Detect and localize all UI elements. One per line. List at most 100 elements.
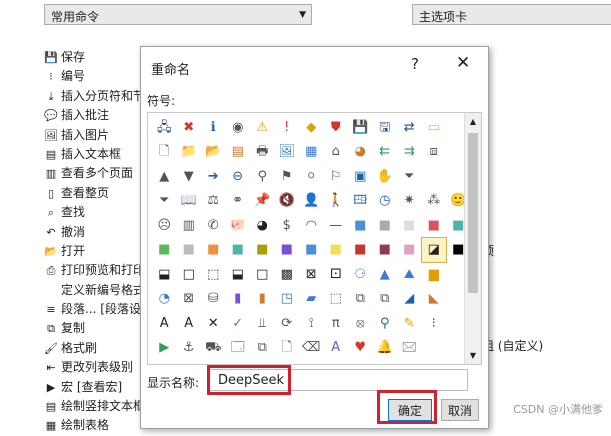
symbol-cell[interactable]: ◆ [299, 115, 324, 140]
symbol-cell[interactable]: ▤ [226, 140, 251, 165]
command-item[interactable]: ⌕ 查找 [44, 203, 144, 222]
symbol-cell[interactable]: A [324, 336, 349, 361]
command-item[interactable]: ≡ 段落... [段落设置] [44, 300, 157, 319]
symbol-cell[interactable]: ⟳ [275, 311, 300, 336]
command-source-dropdown[interactable]: 常用命令 ▼ [44, 4, 312, 25]
symbol-cell[interactable]: 🚶 [324, 189, 349, 214]
symbol-cell[interactable]: ⧉ [348, 287, 373, 312]
symbol-cell[interactable]: ⬓ [226, 262, 251, 287]
symbol-cell[interactable]: ▶ [152, 336, 177, 361]
symbol-cell[interactable]: ▲ [373, 262, 398, 287]
command-item[interactable]: 💬 插入批注 [44, 106, 144, 125]
command-item[interactable]: 定义新编号格式 [44, 281, 145, 300]
command-item[interactable]: ⎙ 打印预览和打印 [44, 261, 145, 280]
symbol-cell[interactable]: ⟟ [299, 311, 324, 336]
command-item[interactable]: 💾 保存 [44, 48, 144, 67]
symbol-cell[interactable]: ⚖ [201, 189, 226, 214]
symbol-cell[interactable]: ⁂ [422, 189, 447, 214]
symbol-cell[interactable]: ⚐ [324, 164, 349, 189]
ribbon-scope-dropdown[interactable]: 主选项卡 [412, 4, 611, 25]
symbol-cell[interactable]: ⛰ [397, 262, 422, 287]
command-item[interactable]: ▶ 宏 [查看宏] [44, 378, 144, 397]
cancel-button[interactable]: 取消 [441, 399, 479, 421]
symbol-cell[interactable]: ◕ [348, 140, 373, 165]
scroll-down-arrow-icon[interactable]: ▼ [465, 347, 481, 364]
symbol-cell[interactable]: ▮ [250, 287, 275, 312]
symbol-cell[interactable]: 🔇 [275, 189, 300, 214]
symbol-cell[interactable]: ☹ [152, 213, 177, 238]
symbol-cell[interactable]: ⧈ [422, 140, 447, 165]
symbol-cell[interactable]: ▦ [299, 140, 324, 165]
symbol-cell[interactable]: A [152, 311, 177, 336]
symbol-cell[interactable]: 🖶 [250, 140, 275, 165]
symbol-cell[interactable]: ■ [201, 238, 226, 263]
symbol-cell[interactable]: ◕ [250, 213, 275, 238]
symbol-cell[interactable]: 📂 [201, 140, 226, 165]
symbol-cell[interactable]: ▆ [422, 262, 447, 287]
symbol-cell[interactable]: 🖧 [152, 115, 177, 140]
symbol-cell[interactable]: ▥ [177, 213, 202, 238]
symbol-cell[interactable]: ⚠ [250, 115, 275, 140]
command-item[interactable]: ▥ 查看多个页面 [44, 164, 144, 183]
symbol-cell[interactable]: ▼ [177, 164, 202, 189]
symbol-cell[interactable]: ✓ [226, 311, 251, 336]
symbol-cell[interactable]: ■ [250, 238, 275, 263]
symbol-cell[interactable]: ♥ [348, 336, 373, 361]
symbol-cell[interactable]: ⊠ [177, 287, 202, 312]
symbol-cell[interactable]: 🖼 [275, 140, 300, 165]
symbol-cell[interactable]: ⊖ [226, 164, 251, 189]
symbol-cell[interactable]: ✷ [397, 189, 422, 214]
symbol-cell[interactable]: ■ [324, 238, 349, 263]
symbol-cell[interactable]: ⚀ [324, 262, 349, 287]
symbol-cell[interactable]: ⚆ [348, 262, 373, 287]
symbol-cell[interactable]: □ [177, 262, 202, 287]
close-icon[interactable]: ✕ [456, 53, 470, 73]
symbol-cell[interactable]: 🖽 [348, 189, 373, 214]
symbol-cell[interactable]: ■ [226, 238, 251, 263]
symbol-cell[interactable]: ⧉ [250, 336, 275, 361]
symbol-cell[interactable]: 📁 [177, 140, 202, 165]
command-item[interactable]: ▯ 查看整页 [44, 184, 144, 203]
symbol-cell[interactable]: ■ [422, 213, 447, 238]
symbol-cell[interactable]: ⊠ [299, 262, 324, 287]
command-item[interactable]: ⤓ 插入分页符和节 [44, 87, 145, 106]
symbol-cell[interactable]: 🐖 [226, 213, 251, 238]
symbol-cell[interactable]: ◢ [397, 287, 422, 312]
symbol-cell[interactable]: 🖂 [397, 336, 422, 361]
symbol-cell[interactable]: ⚓ [177, 336, 202, 361]
symbol-cell[interactable]: ■ [397, 238, 422, 263]
scrollbar-thumb[interactable] [468, 133, 478, 293]
symbol-cell[interactable]: ▣ [348, 164, 373, 189]
symbol-cell[interactable]: ▩ [275, 262, 300, 287]
symbol-cell[interactable]: 🖫 [373, 115, 398, 140]
symbol-cell[interactable]: ■ [299, 238, 324, 263]
symbol-cell[interactable]: ✆ [201, 213, 226, 238]
symbol-cell[interactable]: ⌂ [324, 140, 349, 165]
symbol-cell[interactable]: ⛟ [201, 336, 226, 361]
symbol-cell[interactable] [422, 164, 447, 189]
command-item[interactable]: 🖌 格式刷 [44, 339, 144, 358]
symbol-cell[interactable]: ■ [275, 238, 300, 263]
symbol-cell[interactable]: ◉ [226, 115, 251, 140]
symbol-cell[interactable]: ✋ [373, 164, 398, 189]
symbol-cell[interactable]: ⏷ [152, 189, 177, 214]
symbol-cell[interactable]: ⌫ [299, 336, 324, 361]
ribbon-tree-item-custom-group[interactable]: 组 (自定义) [482, 337, 543, 354]
symbol-cell[interactable]: 🗋 [152, 140, 177, 165]
symbol-cell[interactable]: ◳ [275, 287, 300, 312]
symbol-cell[interactable]: ℹ [201, 115, 226, 140]
symbol-cell[interactable]: $ [275, 213, 300, 238]
command-item[interactable]: ↶ 撤消 [44, 223, 144, 242]
symbol-cell[interactable]: ◔ [152, 287, 177, 312]
symbol-cell[interactable]: A [177, 311, 202, 336]
symbol-cell[interactable]: ⚪ [299, 164, 324, 189]
symbol-cell[interactable]: ■ [373, 238, 398, 263]
symbol-cell[interactable]: ⇄ [397, 115, 422, 140]
symbol-cell[interactable]: ✕ [201, 311, 226, 336]
command-item[interactable]: 🖼 插入图片 [44, 126, 144, 145]
symbol-cell[interactable]: ⚑ [275, 164, 300, 189]
symbol-cell[interactable]: ⛁ [201, 287, 226, 312]
symbol-cell[interactable]: □ [250, 262, 275, 287]
symbol-cell[interactable]: ⫫ [250, 311, 275, 336]
symbol-cell[interactable]: ■ [373, 213, 398, 238]
